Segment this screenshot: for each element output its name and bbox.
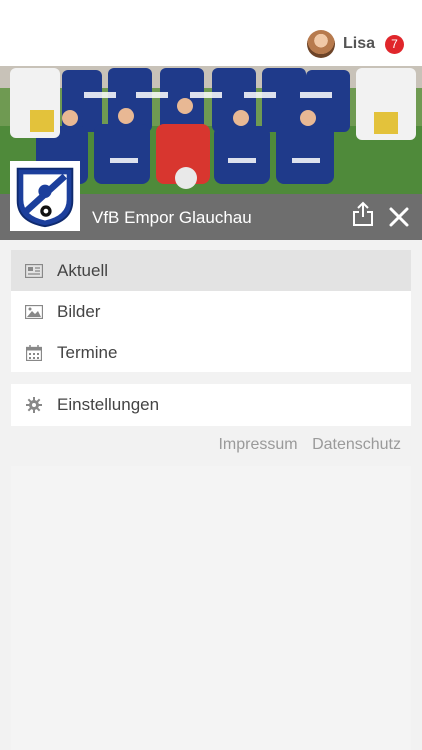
datenschutz-link[interactable]: Datenschutz (312, 436, 401, 453)
menu-item-label: Einstellungen (57, 394, 160, 414)
gear-icon (25, 396, 43, 414)
notification-badge[interactable]: 7 (385, 34, 404, 54)
image-icon (25, 303, 43, 321)
footer-links: Impressum Datenschutz (208, 436, 401, 454)
impressum-link[interactable]: Impressum (218, 436, 297, 453)
menu-item-einstellungen[interactable]: Einstellungen (11, 384, 411, 425)
menu-item-label: Termine (57, 342, 118, 362)
settings-menu: Einstellungen (11, 384, 411, 426)
avatar[interactable] (306, 30, 335, 58)
content-area (11, 466, 411, 750)
calendar-icon (25, 344, 43, 362)
menu-item-bilder[interactable]: Bilder (11, 291, 411, 332)
newspaper-icon (25, 262, 43, 280)
menu-item-label: Bilder (57, 301, 101, 321)
menu-item-label: Aktuell (57, 260, 109, 280)
menu-item-aktuell[interactable]: Aktuell (11, 250, 411, 291)
share-icon[interactable] (352, 201, 374, 227)
main-menu: Aktuell Bilder Termine (11, 250, 411, 372)
user-profile[interactable]: Lisa 7 (306, 29, 404, 59)
club-name: VfB Empor Glauchau (92, 208, 252, 227)
menu-item-termine[interactable]: Termine (11, 332, 411, 373)
close-icon[interactable] (388, 206, 410, 228)
club-header: VfB Empor Glauchau (0, 66, 422, 240)
club-logo (10, 161, 80, 231)
top-bar: Lisa 7 (0, 0, 422, 66)
user-name[interactable]: Lisa (343, 35, 375, 53)
